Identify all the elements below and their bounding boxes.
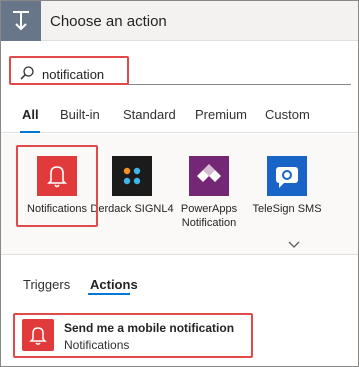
bell-icon bbox=[22, 319, 54, 351]
chevron-down-icon[interactable] bbox=[288, 241, 300, 249]
tab-all[interactable]: All bbox=[22, 107, 39, 122]
tab-standard[interactable]: Standard bbox=[123, 107, 176, 122]
category-tabs: All Built-in Standard Premium Custom bbox=[1, 97, 358, 133]
action-connector-name: Notifications bbox=[64, 338, 130, 352]
tab-custom[interactable]: Custom bbox=[265, 107, 310, 122]
connector-telesign-sms[interactable]: TeleSign SMS bbox=[245, 156, 329, 216]
connector-label: Derdack SIGNL4 bbox=[90, 203, 174, 215]
active-section-indicator bbox=[88, 293, 130, 295]
connector-label: PowerApps Notification bbox=[180, 203, 238, 229]
tab-built-in[interactable]: Built-in bbox=[60, 107, 100, 122]
expand-row[interactable] bbox=[1, 238, 358, 254]
tab-actions[interactable]: Actions bbox=[90, 277, 138, 292]
telesign-icon bbox=[267, 156, 307, 196]
connector-label: TeleSign SMS bbox=[252, 203, 322, 215]
powerapps-icon bbox=[189, 156, 229, 196]
search-value[interactable]: notification bbox=[42, 67, 104, 82]
connector-powerapps-notification[interactable]: PowerApps Notification bbox=[167, 156, 251, 230]
search-icon bbox=[20, 66, 34, 80]
action-title: Send me a mobile notification bbox=[64, 321, 235, 335]
tab-triggers[interactable]: Triggers bbox=[23, 277, 70, 292]
tab-premium[interactable]: Premium bbox=[195, 107, 247, 122]
header: Choose an action bbox=[1, 1, 358, 41]
action-arrow-icon bbox=[1, 1, 41, 41]
connector-derdack-signl4[interactable]: Derdack SIGNL4 bbox=[90, 156, 174, 216]
connector-highlight-box bbox=[16, 145, 98, 227]
signl4-dots-icon bbox=[112, 156, 152, 196]
page-title: Choose an action bbox=[50, 13, 167, 30]
active-tab-indicator bbox=[20, 131, 40, 133]
